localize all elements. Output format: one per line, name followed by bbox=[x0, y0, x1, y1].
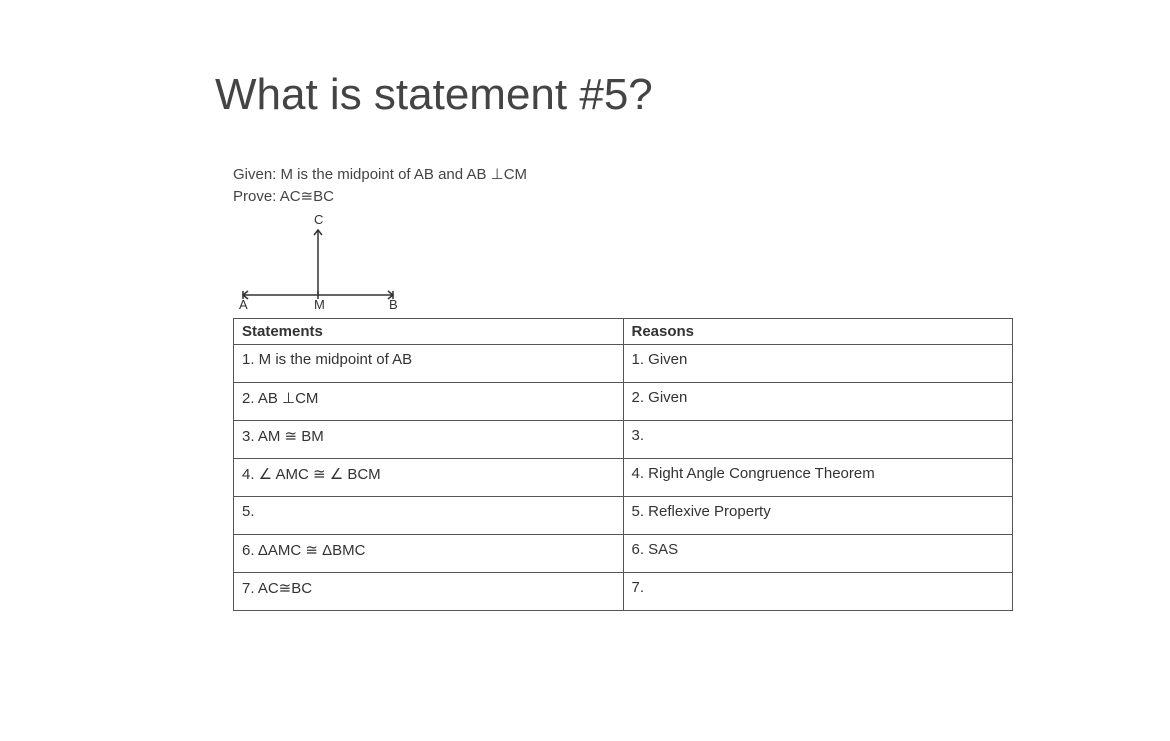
label-b: B bbox=[389, 297, 398, 310]
prove-text: Prove: AC≅BC bbox=[233, 187, 1170, 205]
table-row: 5. 5. Reflexive Property bbox=[234, 497, 1013, 535]
reason-cell: 7. bbox=[623, 573, 1013, 611]
statement-cell: 1. M is the midpoint of AB bbox=[234, 345, 624, 383]
proof-table: Statements Reasons 1. M is the midpoint … bbox=[233, 318, 1013, 611]
statement-cell: 6. ΔAMC ≅ ΔBMC bbox=[234, 535, 624, 573]
table-row: 7. AC≅BC 7. bbox=[234, 573, 1013, 611]
statement-cell: 2. AB ⊥CM bbox=[234, 383, 624, 421]
statement-cell: 4. ∠ AMC ≅ ∠ BCM bbox=[234, 459, 624, 497]
given-text: Given: M is the midpoint of AB and AB ⊥C… bbox=[233, 165, 1170, 183]
table-row: 3. AM ≅ BM 3. bbox=[234, 421, 1013, 459]
table-row: 1. M is the midpoint of AB 1. Given bbox=[234, 345, 1013, 383]
label-m: M bbox=[314, 297, 325, 310]
page-title: What is statement #5? bbox=[215, 70, 1170, 120]
geometry-diagram: A M B C bbox=[233, 210, 1170, 310]
table-row: 4. ∠ AMC ≅ ∠ BCM 4. Right Angle Congruen… bbox=[234, 459, 1013, 497]
statement-cell: 5. bbox=[234, 497, 624, 535]
reason-cell: 6. SAS bbox=[623, 535, 1013, 573]
statement-cell: 7. AC≅BC bbox=[234, 573, 624, 611]
table-row: 6. ΔAMC ≅ ΔBMC 6. SAS bbox=[234, 535, 1013, 573]
reason-cell: 4. Right Angle Congruence Theorem bbox=[623, 459, 1013, 497]
statement-cell: 3. AM ≅ BM bbox=[234, 421, 624, 459]
table-row: 2. AB ⊥CM 2. Given bbox=[234, 383, 1013, 421]
reason-cell: 2. Given bbox=[623, 383, 1013, 421]
reason-cell: 1. Given bbox=[623, 345, 1013, 383]
reason-cell: 5. Reflexive Property bbox=[623, 497, 1013, 535]
label-c: C bbox=[314, 212, 323, 227]
header-reasons: Reasons bbox=[623, 319, 1013, 345]
reason-cell: 3. bbox=[623, 421, 1013, 459]
label-a: A bbox=[239, 297, 248, 310]
header-statements: Statements bbox=[234, 319, 624, 345]
